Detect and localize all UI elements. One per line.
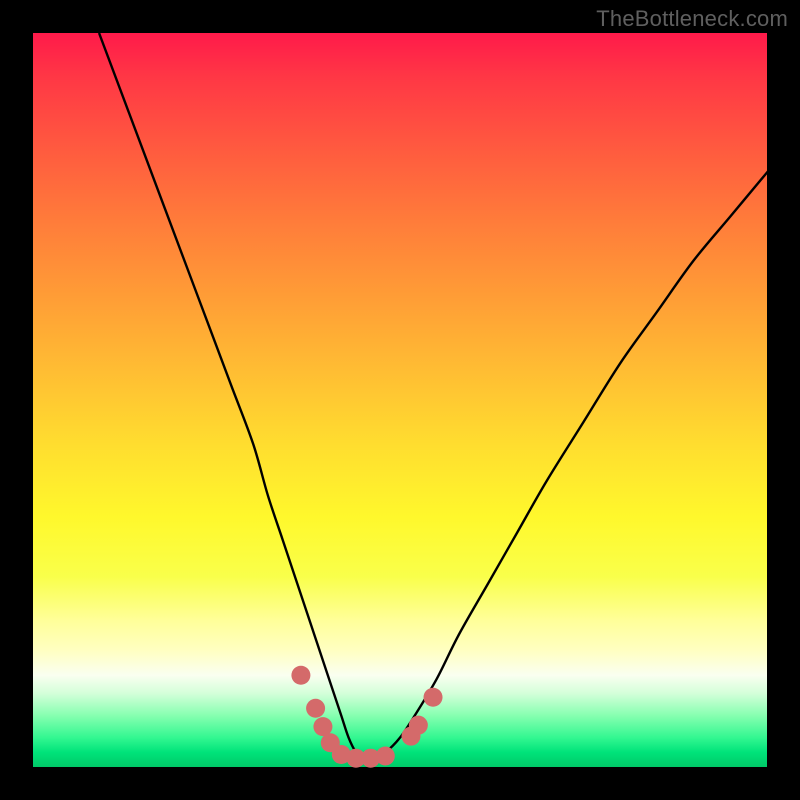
marker-layer (291, 666, 442, 768)
data-marker (291, 666, 310, 685)
outer-frame: TheBottleneck.com (0, 0, 800, 800)
data-marker (376, 746, 395, 765)
curve-layer (99, 33, 770, 761)
chart-svg (33, 33, 767, 767)
watermark-text: TheBottleneck.com (596, 6, 788, 32)
plot-area (33, 33, 767, 767)
data-marker (409, 716, 428, 735)
data-marker (313, 717, 332, 736)
data-marker (306, 699, 325, 718)
data-marker (424, 688, 443, 707)
bottleneck-curve (99, 33, 770, 761)
